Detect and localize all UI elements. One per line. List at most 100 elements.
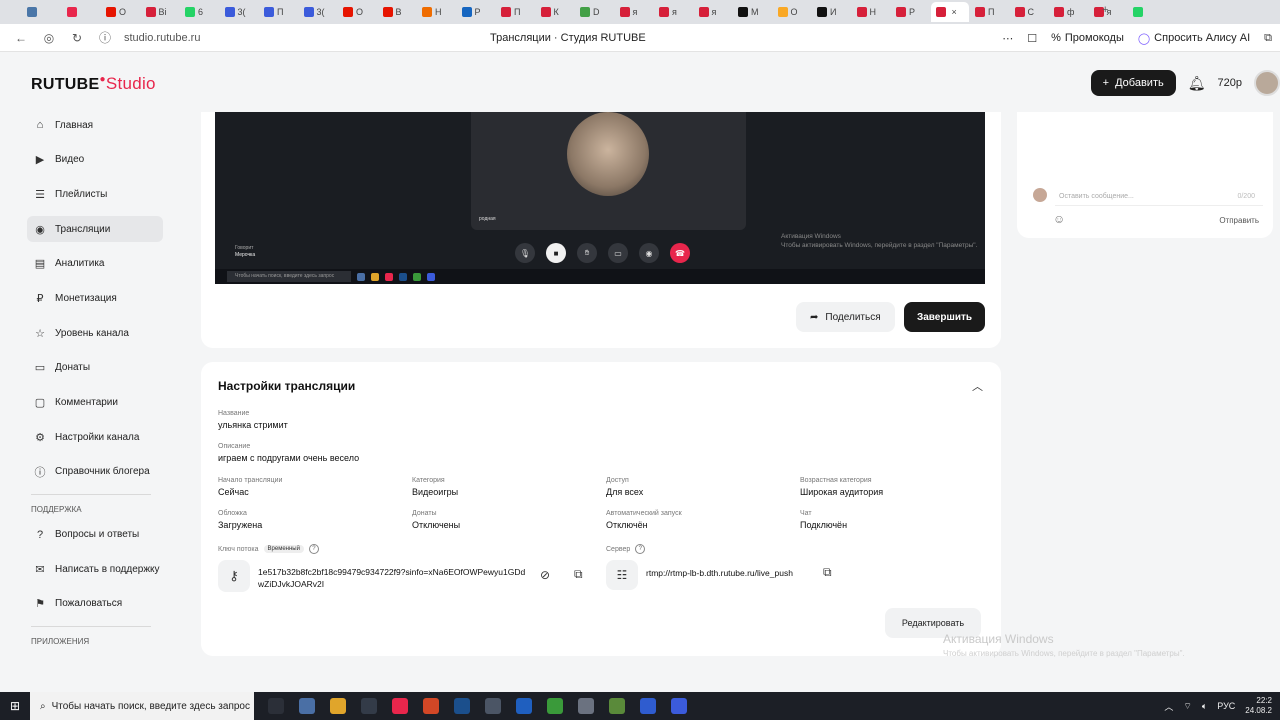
yandex-home-icon[interactable]: ◎ [42, 31, 56, 45]
stream-video-preview[interactable]: родная Говорит Мерочка 🎙︎ ■ ✋︎ ▭ ◉ ☎︎ Акт… [215, 112, 985, 284]
hide-eye-icon[interactable]: ⊘ [540, 568, 550, 582]
app-icon[interactable] [516, 698, 532, 714]
browser-tab[interactable]: я [654, 2, 692, 22]
clock[interactable]: 22:2 24.08.2 [1245, 696, 1272, 716]
stream-key-value[interactable]: 1e517b32b8fc2bf18c99479c934722f9?sinfo=x… [258, 566, 528, 590]
sidebar-item[interactable]: ▶ Видео [27, 147, 163, 173]
add-button[interactable]: + Добавить [1090, 70, 1176, 96]
field-value: Загружена [218, 520, 263, 530]
browser-tab[interactable]: Р [457, 2, 495, 22]
reload-icon[interactable]: ↻ [70, 31, 84, 45]
chat-send-button[interactable]: Отправить [1219, 216, 1259, 225]
minecraft-icon[interactable] [547, 698, 563, 714]
emoji-icon[interactable]: ☺ [1053, 212, 1065, 226]
browser-tab[interactable]: Ві [141, 2, 179, 22]
url-field[interactable]: studio.rutube.ru [124, 32, 294, 44]
app-icon[interactable] [578, 698, 594, 714]
finish-button[interactable]: Завершить [904, 302, 985, 332]
browser-tab[interactable]: П [259, 2, 297, 22]
rutube-studio-logo[interactable]: RUTUBE●Studio [31, 74, 156, 94]
browser-tab[interactable]: D [575, 2, 613, 22]
browser-tab[interactable]: я [694, 2, 732, 22]
yandex-browser-icon[interactable] [392, 698, 408, 714]
ea-icon[interactable] [640, 698, 656, 714]
app-icon[interactable] [485, 698, 501, 714]
sidebar-item[interactable]: ☰ Плейлисты [27, 181, 163, 207]
chrome-icon[interactable] [330, 698, 346, 714]
sidebar-item[interactable]: ▤ Аналитика [27, 251, 163, 277]
tab-icon [540, 7, 551, 17]
bell-icon[interactable]: 🔔︎ [1188, 75, 1206, 92]
file-manager-icon[interactable] [299, 698, 315, 714]
browser-tab[interactable]: О [338, 2, 376, 22]
browser-tab[interactable]: В [378, 2, 416, 22]
avatar[interactable] [1254, 70, 1280, 96]
sidebar-item[interactable]: ⓘ Справочник блогера [27, 459, 163, 485]
sidebar-item[interactable]: ✉ Написать в поддержку [27, 556, 163, 582]
sidebar-item[interactable]: ⚑ Пожаловаться [27, 591, 163, 617]
language-indicator[interactable]: РУС [1217, 701, 1235, 711]
sidebar-item[interactable]: ▭ Донаты [27, 355, 163, 381]
share-button[interactable]: ➦ Поделиться [796, 302, 895, 332]
powerpoint-icon[interactable] [423, 698, 439, 714]
browser-tab[interactable] [1128, 2, 1166, 22]
browser-tab[interactable] [62, 2, 100, 22]
copy-key-icon[interactable]: ⧉ [574, 567, 583, 582]
app-icon[interactable] [609, 698, 625, 714]
browser-tab[interactable]: С [1010, 2, 1048, 22]
bookmark-icon[interactable]: ☐ [1027, 32, 1037, 45]
browser-tab[interactable]: 6 [180, 2, 218, 22]
browser-tab-label: 6 [198, 7, 204, 17]
help-icon[interactable]: ? [635, 544, 646, 554]
browser-tab[interactable]: Н [417, 2, 455, 22]
alice-button[interactable]: ◯ Спросить Алису AI [1138, 32, 1250, 45]
chevron-up-icon[interactable]: ︿ [972, 378, 983, 394]
network-icon[interactable]: ⌔ [1183, 701, 1191, 712]
tray-chevron-icon[interactable]: ︿ [1164, 700, 1173, 713]
browser-tab[interactable]: Н [852, 2, 890, 22]
sidebar-item[interactable]: ◉ Трансляции [27, 216, 163, 243]
sidebar-item[interactable]: ⚙ Настройки канала [27, 424, 163, 450]
browser-tab[interactable]: М [733, 2, 771, 22]
help-icon[interactable]: ? [308, 544, 319, 554]
windows-start-icon[interactable]: ⊞ [0, 692, 30, 720]
steam-icon[interactable] [454, 698, 470, 714]
chat-message-input[interactable]: Оставить сообщение... 0/200 [1055, 188, 1263, 206]
browser-tab[interactable]: И [812, 2, 850, 22]
obs-icon[interactable] [361, 698, 377, 714]
close-tab-icon[interactable]: × [952, 7, 957, 17]
sidebar-item[interactable]: ☆ Уровень канала [27, 320, 163, 346]
sidebar-item[interactable]: ₽ Монетизация [27, 285, 163, 311]
resolution-label[interactable]: 720p [1218, 77, 1242, 89]
server-url-value[interactable]: rtmp://rtmp-lb-b.dth.rutube.ru/live_push [646, 568, 793, 578]
browser-tab[interactable]: П [496, 2, 534, 22]
browser-tab[interactable]: 3( [299, 2, 337, 22]
taskbar-search[interactable]: ⌕ Чтобы начать поиск, введите здесь запр… [30, 692, 254, 720]
system-tray: ︿ ⌔ 🔈︎ РУС 22:2 24.08.2 [1164, 692, 1272, 720]
sidebar-item[interactable]: ⌂ Главная [27, 112, 163, 138]
more-icon[interactable]: ⋯ [1002, 32, 1013, 45]
browser-tab[interactable]: ф [1049, 2, 1087, 22]
playlist-icon: ☰ [35, 188, 45, 201]
share-page-icon[interactable]: ⧉ [1264, 32, 1272, 45]
browser-tab[interactable]: О [101, 2, 139, 22]
sidebar-item[interactable]: ? Вопросы и ответы [27, 522, 163, 548]
back-icon[interactable]: ← [14, 31, 28, 45]
browser-tab[interactable]: я [615, 2, 653, 22]
volume-icon[interactable]: 🔈︎ [1202, 701, 1207, 712]
browser-tab[interactable]: Р [891, 2, 929, 22]
browser-tab[interactable]: К [536, 2, 574, 22]
browser-tab[interactable]: × [930, 2, 969, 22]
sidebar-item[interactable]: ▢ Комментарии [27, 390, 163, 416]
task-view-icon[interactable] [268, 698, 284, 714]
discord-icon[interactable] [671, 698, 687, 714]
copy-server-icon[interactable]: ⧉ [823, 565, 832, 580]
browser-tab[interactable]: 3( [220, 2, 258, 22]
browser-tab[interactable]: О [773, 2, 811, 22]
promo-button[interactable]: % Промокоды [1051, 32, 1124, 44]
vk-icon [27, 7, 37, 17]
browser-tab[interactable] [22, 2, 60, 22]
browser-tab[interactable]: П [970, 2, 1008, 22]
new-tab-button[interactable]: + [1102, 4, 1108, 16]
site-info-icon[interactable]: ⓘ [98, 31, 112, 45]
